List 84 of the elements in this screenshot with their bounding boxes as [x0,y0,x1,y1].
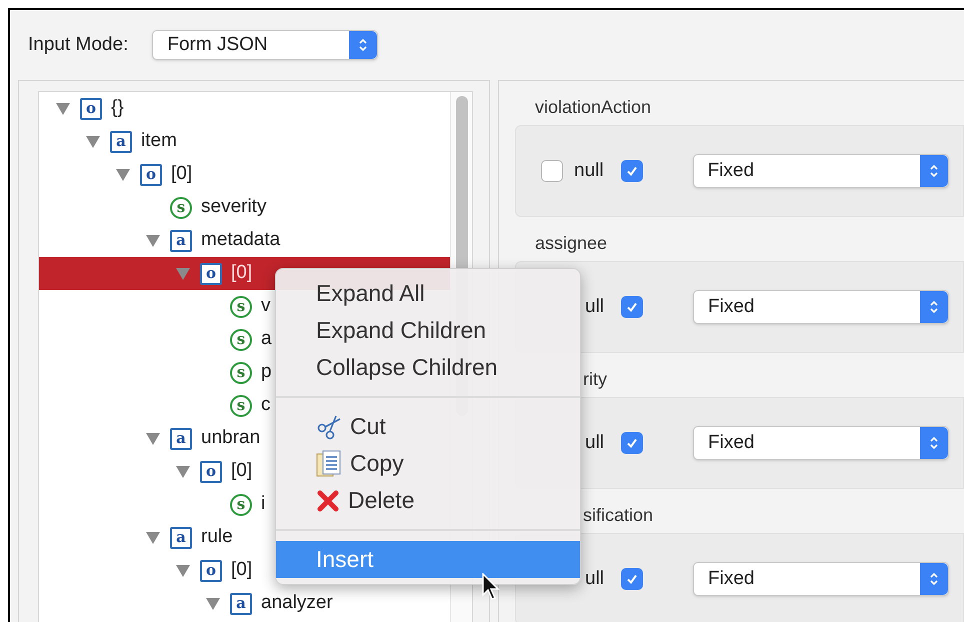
tree-label: unbran [201,426,260,450]
array-type-icon: a [230,592,252,614]
tree-label: item [141,129,177,154]
checkmark-icon [625,300,640,314]
disclosure-triangle-icon[interactable] [55,102,71,116]
menu-item[interactable]: Copy [276,445,580,482]
tree-label: [0] [171,162,192,186]
section-label: violationAction [534,96,652,119]
value-select[interactable]: Fixed [693,562,950,596]
tree-label: {} [111,96,124,120]
disclosure-triangle-icon[interactable] [205,596,221,610]
stepper-icon [349,31,378,59]
string-type-icon: s [230,494,252,516]
disclosure-triangle-icon[interactable] [85,134,101,148]
checkbox[interactable] [621,296,644,318]
input-mode-select[interactable]: Form JSON [152,30,378,60]
null-label: ull [584,566,604,591]
menu-item[interactable]: Collapse Children [276,349,580,386]
stepper-icon [920,155,948,187]
disclosure-triangle-icon[interactable] [175,464,191,478]
value-select[interactable]: Fixed [693,290,950,324]
tree-label: [0] [231,459,252,484]
tree-row[interactable]: s severity [39,191,450,224]
checkbox[interactable] [621,432,644,454]
section-label: assignee [534,232,608,255]
menu-item[interactable]: Cut [276,408,580,445]
stepper-icon [920,291,948,323]
menu-item[interactable]: Delete [276,482,580,519]
checkmark-icon [625,436,640,450]
tree-row[interactable]: a analyzer [39,587,450,620]
disclosure-triangle-icon[interactable] [145,530,161,544]
value-select[interactable]: Fixed [693,426,950,460]
tree-label: rule [201,525,233,550]
menu-item[interactable]: Expand Children [276,312,580,349]
array-type-icon: a [170,428,192,450]
tree-label: [0] [231,261,252,286]
scissors-icon [316,414,342,440]
tree-row[interactable]: a item [39,125,450,158]
tree-label: [0] [231,558,252,582]
delete-x-icon [316,488,340,512]
tree-label: analyzer [261,591,333,616]
array-type-icon: a [110,130,132,152]
tree-label: metadata [201,228,280,252]
null-label: ull [584,430,604,455]
tree-row[interactable]: o {} [39,92,450,125]
disclosure-triangle-icon[interactable] [175,564,191,578]
tree-label: a [261,327,272,352]
array-type-icon: a [170,526,192,548]
tree-label: v [261,294,270,318]
section-label: sification [582,504,654,527]
checkmark-icon [624,164,639,178]
object-type-icon: o [140,164,162,186]
object-type-icon: o [80,98,102,120]
tree-row[interactable]: o [0] [39,158,450,191]
string-type-icon: s [230,394,252,416]
stepper-icon [920,427,948,459]
disclosure-triangle-icon[interactable] [115,168,131,182]
string-type-icon: s [230,328,252,350]
array-type-icon: a [170,230,192,252]
null-label: null [574,158,604,183]
section-label: rity [582,368,607,391]
checkbox[interactable] [621,568,644,590]
checkbox[interactable] [541,160,563,182]
stepper-icon [920,563,948,595]
checkbox[interactable] [620,160,643,182]
tree-label: severity [201,195,266,220]
disclosure-triangle-icon[interactable] [175,266,191,280]
input-mode-label: Input Mode: [28,32,128,57]
tree-label: c [261,393,270,418]
tree-label: i [261,492,266,516]
copy-icon [316,450,342,478]
string-type-icon: s [230,296,252,318]
checkmark-icon [625,572,640,586]
string-type-icon: s [230,362,252,384]
tree-row[interactable]: a metadata [39,224,450,257]
tree-label: p [261,360,272,384]
object-type-icon: o [200,460,222,482]
disclosure-triangle-icon[interactable] [145,432,161,446]
null-label: ull [584,294,604,319]
object-type-icon: o [200,560,222,582]
object-type-icon: o [200,262,222,284]
disclosure-triangle-icon[interactable] [145,234,161,248]
string-type-icon: s [170,196,192,218]
value-select[interactable]: Fixed [692,154,949,188]
